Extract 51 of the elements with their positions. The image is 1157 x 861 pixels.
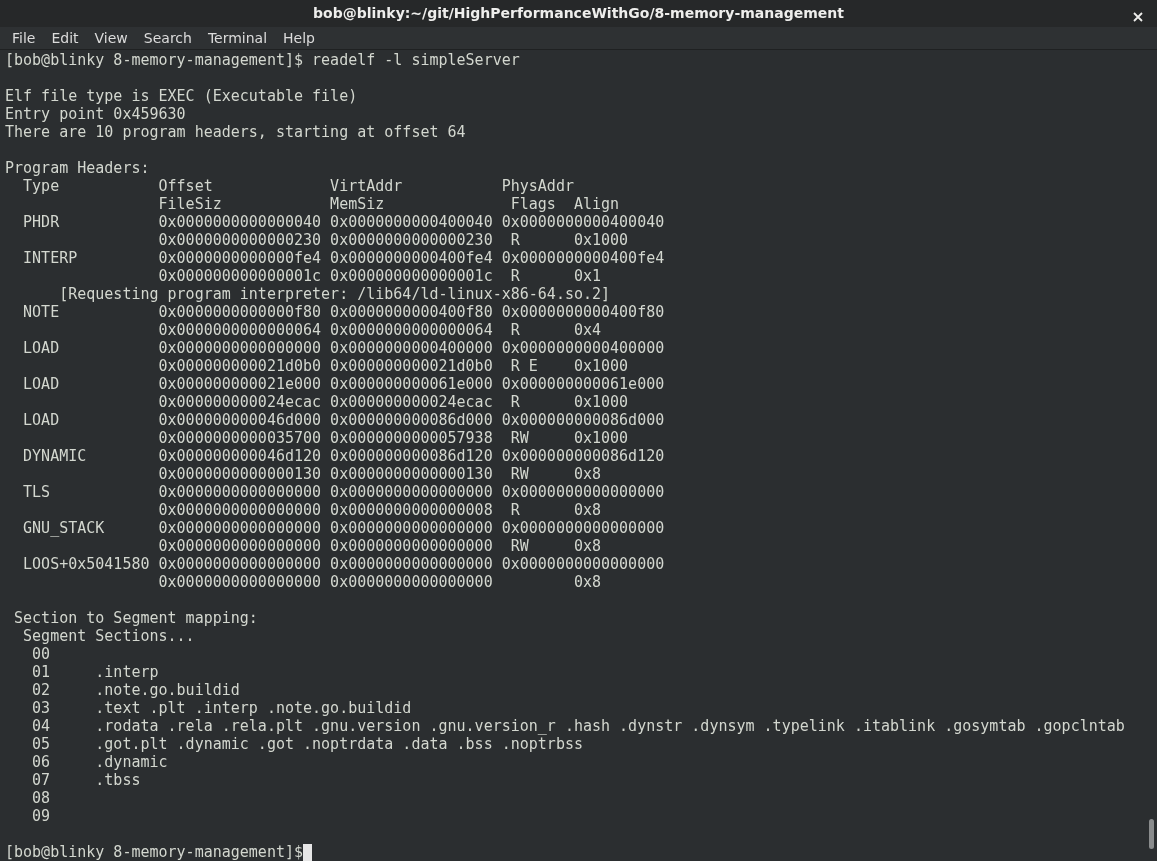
text-cursor bbox=[303, 843, 312, 861]
terminal-line: 0x000000000024ecac 0x000000000024ecac R 0x1000 bbox=[157, 393, 629, 411]
terminal-line: NOTE 0x0000000000000f80 0x0000000000400f80 0x0000000000400f80 bbox=[22, 303, 665, 321]
terminal-line: TLS 0x0000000000000000 0x0000000000000000 0x0000000000000000 bbox=[22, 483, 665, 501]
terminal-line: 0x0000000000000230 0x0000000000000230 R 0x1000 bbox=[157, 231, 629, 249]
terminal-line: 04 .rodata .rela .rela.plt .gnu.version .gnu.version_r .hash .dynstr .dynsym .typelink .itablink .gosymtab .gopclntab bbox=[31, 717, 1125, 735]
menu-item[interactable]: Terminal bbox=[199, 27, 276, 48]
shell-prompt: [bob@blinky 8-memory-management]$ bbox=[5, 843, 303, 861]
terminal-line: Section to Segment mapping: bbox=[13, 609, 258, 627]
terminal-line: 09 bbox=[31, 807, 51, 825]
terminal-line: 0x0000000000000130 0x0000000000000130 RW 0x8 bbox=[157, 465, 602, 483]
terminal-line: 01 .interp bbox=[31, 663, 159, 681]
menu-item[interactable]: View bbox=[86, 27, 136, 48]
terminal-line: FileSiz MemSiz Flags Align bbox=[157, 195, 620, 213]
terminal-line: 02 .note.go.buildid bbox=[31, 681, 240, 699]
scrollbar-thumb[interactable] bbox=[1149, 819, 1154, 849]
menu-item[interactable]: File bbox=[4, 27, 44, 48]
terminal-line: 0x0000000000000000 0x0000000000000008 R 0x8 bbox=[157, 501, 602, 519]
terminal-line: LOOS+0x5041580 0x0000000000000000 0x0000000000000000 0x0000000000000000 bbox=[22, 555, 665, 573]
terminal-line: INTERP 0x0000000000000fe4 0x0000000000400fe4 0x0000000000400fe4 bbox=[22, 249, 665, 267]
terminal-line: Elf file type is EXEC (Executable file) bbox=[5, 87, 358, 105]
terminal-line: [Requesting program interpreter: /lib64/ld-linux-x86-64.so.2] bbox=[58, 285, 611, 303]
terminal-line: 08 bbox=[31, 789, 51, 807]
terminal-line: 0x0000000000000000 0x0000000000000000 0x8 bbox=[157, 573, 602, 591]
terminal-line: 05 .got.plt .dynamic .got .noptrdata .data .bss .noptrbss bbox=[31, 735, 583, 753]
close-icon[interactable] bbox=[1133, 12, 1143, 22]
menu-item[interactable]: Edit bbox=[43, 27, 87, 48]
terminal-line: GNU_STACK 0x0000000000000000 0x0000000000000000 0x0000000000000000 bbox=[22, 519, 665, 537]
menu-item[interactable]: Search bbox=[135, 27, 200, 48]
terminal-line: 00 bbox=[31, 645, 51, 663]
terminal-line: [bob@blinky 8-memory-management]$ readelf -l simpleServer bbox=[5, 51, 520, 69]
terminal-line: 0x0000000000035700 0x0000000000057938 RW 0x1000 bbox=[157, 429, 629, 447]
terminal-line: Entry point 0x459630 bbox=[5, 105, 186, 123]
terminal-line: LOAD 0x000000000046d000 0x000000000086d000 0x000000000086d000 bbox=[22, 411, 665, 429]
terminal-line: PHDR 0x0000000000000040 0x0000000000400040 0x0000000000400040 bbox=[22, 213, 665, 231]
terminal-line: 0x000000000000001c 0x000000000000001c R 0x1 bbox=[157, 267, 602, 285]
terminal-line: Segment Sections... bbox=[22, 627, 195, 645]
terminal-line: LOAD 0x000000000021e000 0x000000000061e000 0x000000000061e000 bbox=[22, 375, 665, 393]
terminal-line: 0x0000000000000064 0x0000000000000064 R 0x4 bbox=[157, 321, 602, 339]
terminal-line: Type Offset VirtAddr PhysAddr bbox=[22, 177, 574, 195]
terminal-line: There are 10 program headers, starting at offset 64 bbox=[5, 123, 466, 141]
menu-item[interactable]: Help bbox=[275, 27, 323, 48]
window-title: bob@blinky:~/git/HighPerformanceWithGo/8-memory-management bbox=[313, 5, 844, 22]
terminal-line: 03 .text .plt .interp .note.go.buildid bbox=[31, 699, 412, 717]
terminal-line: DYNAMIC 0x000000000046d120 0x000000000086d120 0x000000000086d120 bbox=[22, 447, 665, 465]
terminal-line: 06 .dynamic bbox=[31, 753, 168, 771]
terminal-line: 0x0000000000000000 0x0000000000000000 RW 0x8 bbox=[157, 537, 602, 555]
terminal-line: Program Headers: bbox=[5, 159, 150, 177]
terminal-line: 07 .tbss bbox=[31, 771, 141, 789]
terminal-line: LOAD 0x0000000000000000 0x0000000000400000 0x0000000000400000 bbox=[22, 339, 665, 357]
terminal-line: 0x000000000021d0b0 0x000000000021d0b0 R E 0x1000 bbox=[157, 357, 629, 375]
